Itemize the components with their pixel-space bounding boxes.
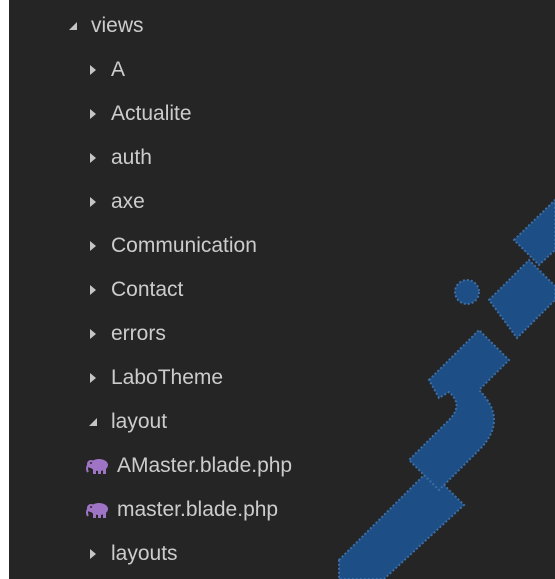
tree-item-label: master.blade.php — [117, 498, 279, 521]
tree-item-label: Communication — [111, 234, 257, 257]
tree-item-label: layout — [111, 410, 168, 433]
tree-item-folder[interactable]: LaboTheme — [9, 356, 555, 400]
tree-item-label: Actualite — [111, 102, 192, 125]
tree-item-folder[interactable]: Communication — [9, 224, 555, 268]
chevron-right-icon[interactable] — [85, 546, 101, 562]
tree-item-file[interactable]: AMaster.blade.php — [9, 444, 555, 488]
chevron-right-icon[interactable] — [85, 326, 101, 342]
tree-item-label: auth — [111, 146, 152, 169]
chevron-right-icon[interactable] — [85, 238, 101, 254]
chevron-down-icon[interactable] — [85, 414, 101, 430]
tree-item-label: A — [111, 58, 126, 81]
file-explorer-panel: views A Actualite auth axe Communication… — [9, 0, 555, 579]
chevron-right-icon[interactable] — [85, 370, 101, 386]
php-elephant-icon — [85, 456, 111, 476]
php-elephant-icon — [85, 500, 111, 520]
tree-item-folder[interactable]: axe — [9, 180, 555, 224]
tree-item-folder[interactable]: Contact — [9, 268, 555, 312]
tree-item-label: AMaster.blade.php — [117, 454, 293, 477]
chevron-right-icon[interactable] — [85, 62, 101, 78]
tree-item-folder[interactable]: Actualite — [9, 92, 555, 136]
tree-item-file[interactable]: master.blade.php — [9, 488, 555, 532]
tree-item-label: Contact — [111, 278, 184, 301]
tree-item-label: LaboTheme — [111, 366, 224, 389]
tree-item-folder[interactable]: auth — [9, 136, 555, 180]
tree-item-folder[interactable]: A — [9, 48, 555, 92]
chevron-down-icon[interactable] — [65, 18, 81, 34]
tree-item-label: errors — [111, 322, 166, 345]
chevron-right-icon[interactable] — [85, 194, 101, 210]
tree-item-folder[interactable]: errors — [9, 312, 555, 356]
tree-item-label: axe — [111, 190, 145, 213]
tree-item-views[interactable]: views — [9, 4, 555, 48]
tree-item-folder[interactable]: layouts — [9, 532, 555, 576]
tree-item-label: layouts — [111, 542, 178, 565]
chevron-right-icon[interactable] — [85, 150, 101, 166]
chevron-right-icon[interactable] — [85, 106, 101, 122]
chevron-right-icon[interactable] — [85, 282, 101, 298]
tree-item-layout[interactable]: layout — [9, 400, 555, 444]
tree-item-label: views — [91, 14, 144, 37]
